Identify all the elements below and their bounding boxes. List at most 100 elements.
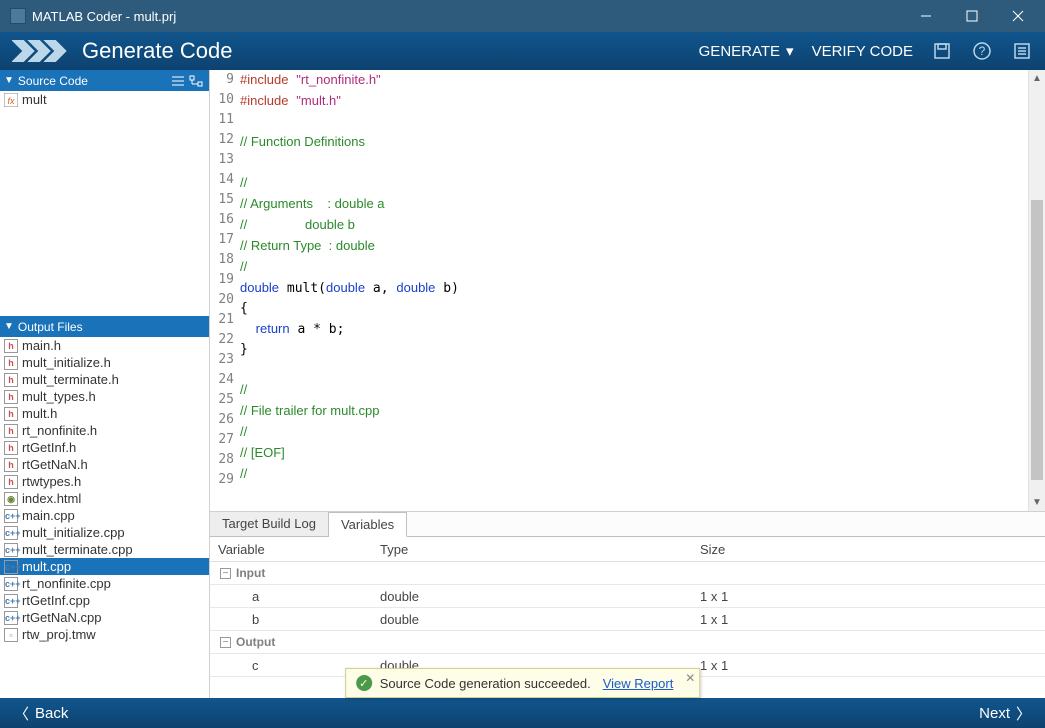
output-file-item[interactable]: hrtwtypes.h — [0, 473, 209, 490]
source-item-label: mult — [22, 92, 47, 107]
html-file-icon: ◉ — [4, 492, 18, 506]
back-button[interactable]: 〈 Back — [14, 703, 68, 724]
chevron-left-icon: 〈 — [14, 703, 29, 724]
cpp-file-icon: c++ — [4, 526, 18, 540]
input-group[interactable]: −Input — [210, 562, 1045, 585]
output-file-item[interactable]: c++rt_nonfinite.cpp — [0, 575, 209, 592]
output-file-item[interactable]: hmult_terminate.h — [0, 371, 209, 388]
help-icon[interactable]: ? — [971, 40, 993, 62]
maximize-button[interactable] — [949, 0, 995, 32]
minimize-button[interactable] — [903, 0, 949, 32]
file-label: rtGetInf.h — [22, 440, 76, 455]
output-files-panel-header[interactable]: ▼ Output Files — [0, 316, 209, 337]
file-label: mult_initialize.cpp — [22, 525, 125, 540]
verify-code-button[interactable]: VERIFY CODE — [812, 43, 913, 60]
code-content: #include "rt_nonfinite.h" #include "mult… — [240, 70, 1045, 511]
file-label: mult_terminate.h — [22, 372, 119, 387]
main-area: ▼ Source Code fx mult ▼ Output Files hma… — [0, 70, 1045, 698]
output-file-item[interactable]: c++ mult_initialize.cpp — [0, 524, 209, 541]
h-file-icon: h — [4, 356, 18, 370]
col-variable: Variable — [210, 542, 380, 557]
var-size: 1 x 1 — [700, 589, 1045, 604]
source-item-mult[interactable]: fx mult — [0, 91, 209, 108]
var-name: a — [210, 589, 380, 604]
cpp-file-icon: c++ — [4, 594, 18, 608]
file-label: mult_terminate.cpp — [22, 542, 133, 557]
h-file-icon: h — [4, 390, 18, 404]
status-toast: ✓ Source Code generation succeeded. View… — [345, 668, 701, 698]
next-button[interactable]: Next〉 — [979, 703, 1031, 724]
success-icon: ✓ — [356, 675, 372, 691]
page-title: Generate Code — [82, 38, 699, 64]
source-code-panel-header[interactable]: ▼ Source Code — [0, 70, 209, 91]
chevron-right-icon: 〉 — [1016, 703, 1031, 724]
cpp-file-icon: c++ — [4, 611, 18, 625]
back-label: Back — [35, 705, 68, 722]
file-label: rtGetInf.cpp — [22, 593, 90, 608]
output-file-item[interactable]: h mult_types.h — [0, 388, 209, 405]
cpp-file-icon: c++ — [4, 509, 18, 523]
scroll-down-arrow[interactable]: ▼ — [1029, 494, 1045, 511]
tab-variables[interactable]: Variables — [329, 512, 407, 537]
input-group-label: Input — [236, 566, 265, 580]
file-label: rtw_proj.tmw — [22, 627, 96, 642]
output-file-item[interactable]: c++main.cpp — [0, 507, 209, 524]
var-size: 1 x 1 — [700, 612, 1045, 627]
view-report-link[interactable]: View Report — [603, 676, 674, 691]
scroll-up-arrow[interactable]: ▲ — [1029, 70, 1045, 87]
generate-label: GENERATE — [699, 43, 780, 60]
vertical-scrollbar[interactable]: ▲ ▼ — [1028, 70, 1045, 511]
output-file-item[interactable]: hmain.h — [0, 337, 209, 354]
output-file-item[interactable]: h rtGetNaN.h — [0, 456, 209, 473]
left-sidebar: ▼ Source Code fx mult ▼ Output Files hma… — [0, 70, 210, 698]
col-type: Type — [380, 542, 700, 557]
cpp-file-icon: c++ — [4, 560, 18, 574]
col-size: Size — [700, 542, 1045, 557]
svg-text:fx: fx — [7, 96, 15, 106]
file-icon: ▫ — [4, 628, 18, 642]
variables-header-row: Variable Type Size — [210, 537, 1045, 562]
output-file-item[interactable]: ▫ rtw_proj.tmw — [0, 626, 209, 643]
window-title: MATLAB Coder - mult.prj — [32, 9, 903, 24]
output-file-item[interactable]: c++ rtGetInf.cpp — [0, 592, 209, 609]
output-group[interactable]: −Output — [210, 631, 1045, 654]
output-file-item[interactable]: c++ mult.cpp — [0, 558, 209, 575]
variable-row[interactable]: adouble1 x 1 — [210, 585, 1045, 608]
output-group-label: Output — [236, 635, 275, 649]
source-panel-title: Source Code — [18, 74, 169, 88]
file-label: rtwtypes.h — [22, 474, 81, 489]
svg-text:?: ? — [979, 44, 986, 58]
variable-row[interactable]: bdouble1 x 1 — [210, 608, 1045, 631]
h-file-icon: h — [4, 458, 18, 472]
output-file-item[interactable]: c++mult_terminate.cpp — [0, 541, 209, 558]
output-file-item[interactable]: h rtGetInf.h — [0, 439, 209, 456]
output-file-item[interactable]: hmult.h — [0, 405, 209, 422]
file-label: mult_types.h — [22, 389, 96, 404]
collapse-icon: ▼ — [4, 321, 14, 332]
file-label: mult.h — [22, 406, 57, 421]
output-file-item[interactable]: ◉index.html — [0, 490, 209, 507]
file-label: rtGetNaN.h — [22, 457, 88, 472]
menu-icon[interactable] — [1011, 40, 1033, 62]
collapse-icon: ▼ — [4, 75, 14, 86]
collapse-minus-icon: − — [220, 568, 231, 579]
tree-view-icon[interactable] — [187, 72, 205, 90]
output-file-item[interactable]: c++rtGetNaN.cpp — [0, 609, 209, 626]
scroll-thumb[interactable] — [1031, 200, 1043, 480]
code-editor[interactable]: 9 10 11 12 13 14 15 16 17 18 19 20 21 22… — [210, 70, 1045, 511]
output-file-item[interactable]: h mult_initialize.h — [0, 354, 209, 371]
title-bar: MATLAB Coder - mult.prj — [0, 0, 1045, 32]
generate-button[interactable]: GENERATE ▾ — [699, 42, 794, 60]
file-label: mult.cpp — [22, 559, 71, 574]
tab-build-log[interactable]: Target Build Log — [210, 512, 329, 536]
output-file-item[interactable]: hrt_nonfinite.h — [0, 422, 209, 439]
source-tree: fx mult — [0, 91, 209, 316]
list-view-icon[interactable] — [169, 72, 187, 90]
toast-close-button[interactable]: ✕ — [685, 671, 695, 685]
bottom-tabs: Target Build Log Variables — [210, 512, 1045, 537]
h-file-icon: h — [4, 441, 18, 455]
file-label: mult_initialize.h — [22, 355, 111, 370]
close-button[interactable] — [995, 0, 1041, 32]
save-icon[interactable] — [931, 40, 953, 62]
wizard-chevrons-icon — [12, 40, 68, 62]
